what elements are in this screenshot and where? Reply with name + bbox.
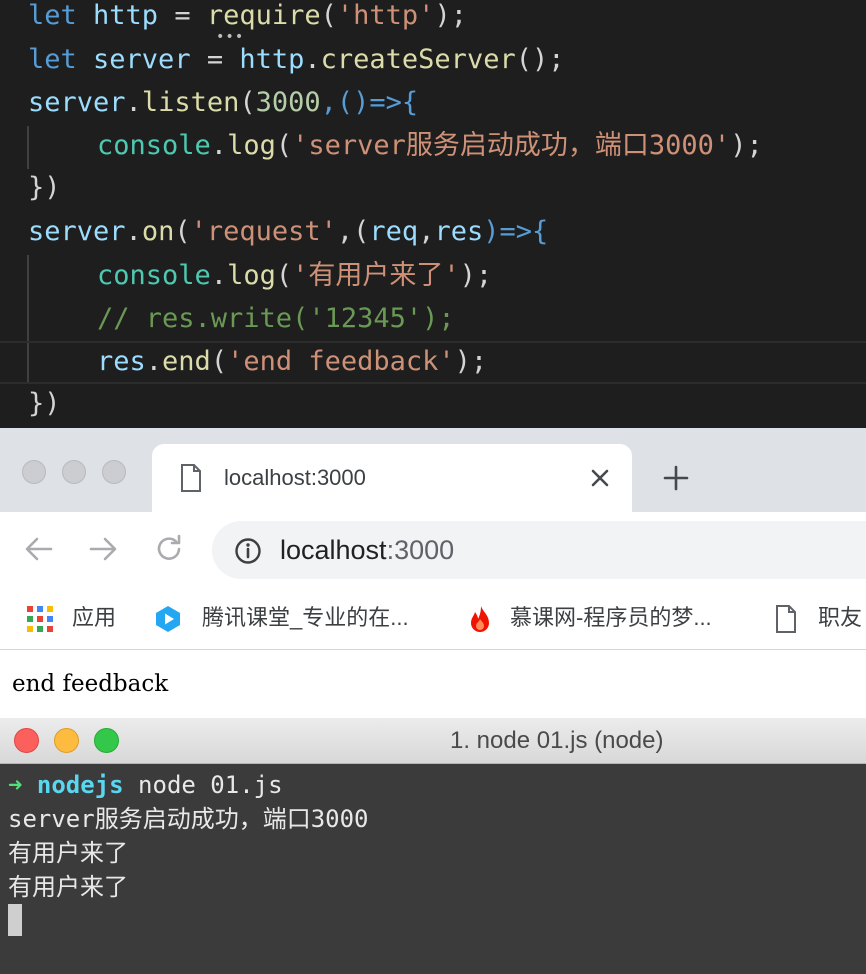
code-line-1: let http = require('http');	[28, 0, 467, 31]
terminal-prompt-line: ➜ nodejs node 01.js	[8, 768, 283, 802]
tab-title: localhost:3000	[224, 465, 366, 490]
info-icon[interactable]	[234, 537, 262, 565]
code-line-3: server.listen(3000,()=>{	[28, 87, 419, 118]
code-line-4: console.log('server服务启动成功，端口3000');	[97, 130, 763, 161]
code-line-6: server.on('request',(req,res)=>{	[28, 216, 549, 247]
window-minimize-button[interactable]	[62, 460, 86, 484]
terminal-title: 1. node 01.js (node)	[450, 727, 664, 754]
terminal-close-button[interactable]	[14, 728, 39, 753]
code-line-5: })	[28, 172, 61, 203]
window-close-button[interactable]	[22, 460, 46, 484]
terminal-minimize-button[interactable]	[54, 728, 79, 753]
bookmark-label: 职友	[818, 605, 863, 630]
tab-strip: localhost:3000	[0, 428, 866, 512]
back-button[interactable]	[22, 532, 56, 566]
bookmarks-bar: 应用 腾讯课堂_专业的在... 慕课网-程序员的梦... 职友	[0, 588, 866, 650]
bookmark-label: 慕课网-程序员的梦...	[510, 605, 712, 630]
code-line-10: })	[28, 388, 61, 419]
response-text: end feedback	[12, 671, 169, 697]
terminal-zoom-button[interactable]	[94, 728, 119, 753]
terminal-titlebar: 1. node 01.js (node)	[0, 718, 866, 764]
prompt-arrow-icon: ➜	[8, 771, 23, 799]
code-line-7: console.log('有用户来了');	[97, 260, 493, 291]
new-tab-button[interactable]	[662, 464, 690, 492]
imooc-flame-icon	[471, 606, 489, 632]
prompt-directory: nodejs	[36, 771, 124, 799]
bookmark-label: 应用	[72, 605, 117, 630]
terminal-output-line: 有用户来了	[8, 873, 128, 901]
forward-button[interactable]	[86, 532, 120, 566]
page-icon	[776, 605, 796, 633]
address-bar[interactable]: localhost:3000	[212, 521, 866, 579]
bookmark-imooc[interactable]: 慕课网-程序员的梦...	[466, 588, 756, 650]
page-content: end feedback	[0, 650, 866, 718]
page-icon	[181, 464, 201, 492]
window-zoom-button[interactable]	[102, 460, 126, 484]
close-icon[interactable]	[588, 466, 612, 490]
terminal-command: node 01.js	[123, 771, 283, 799]
tab-localhost[interactable]: localhost:3000	[152, 444, 632, 512]
code-line-9: res.end('end feedback');	[97, 346, 488, 377]
bookmark-label: 腾讯课堂_专业的在...	[202, 605, 409, 630]
browser-window: localhost:3000 localhost:3000 应用 腾讯课堂_专业…	[0, 428, 866, 718]
terminal-output-line: 有用户来了	[8, 839, 128, 867]
url-text[interactable]: localhost:3000	[280, 533, 454, 567]
tencent-classroom-icon	[156, 606, 180, 632]
apps-grid-icon	[27, 606, 53, 632]
bookmark-tencent-classroom[interactable]: 腾讯课堂_专业的在...	[154, 588, 444, 650]
terminal-window[interactable]: 1. node 01.js (node) ➜ nodejs node 01.js…	[0, 718, 866, 974]
bookmark-zhiyou[interactable]: 职友	[774, 588, 866, 650]
terminal-output-line: server服务启动成功，端口3000	[8, 805, 369, 833]
code-line-2: let server = http.createServer();	[28, 44, 565, 75]
code-editor[interactable]: let http = require('http'); ••• let serv…	[0, 0, 866, 428]
code-line-8: // res.write('12345');	[97, 303, 455, 334]
bookmark-apps[interactable]: 应用	[26, 588, 126, 650]
browser-toolbar: localhost:3000	[0, 512, 866, 588]
reload-button[interactable]	[152, 532, 186, 566]
terminal-cursor	[8, 904, 22, 936]
